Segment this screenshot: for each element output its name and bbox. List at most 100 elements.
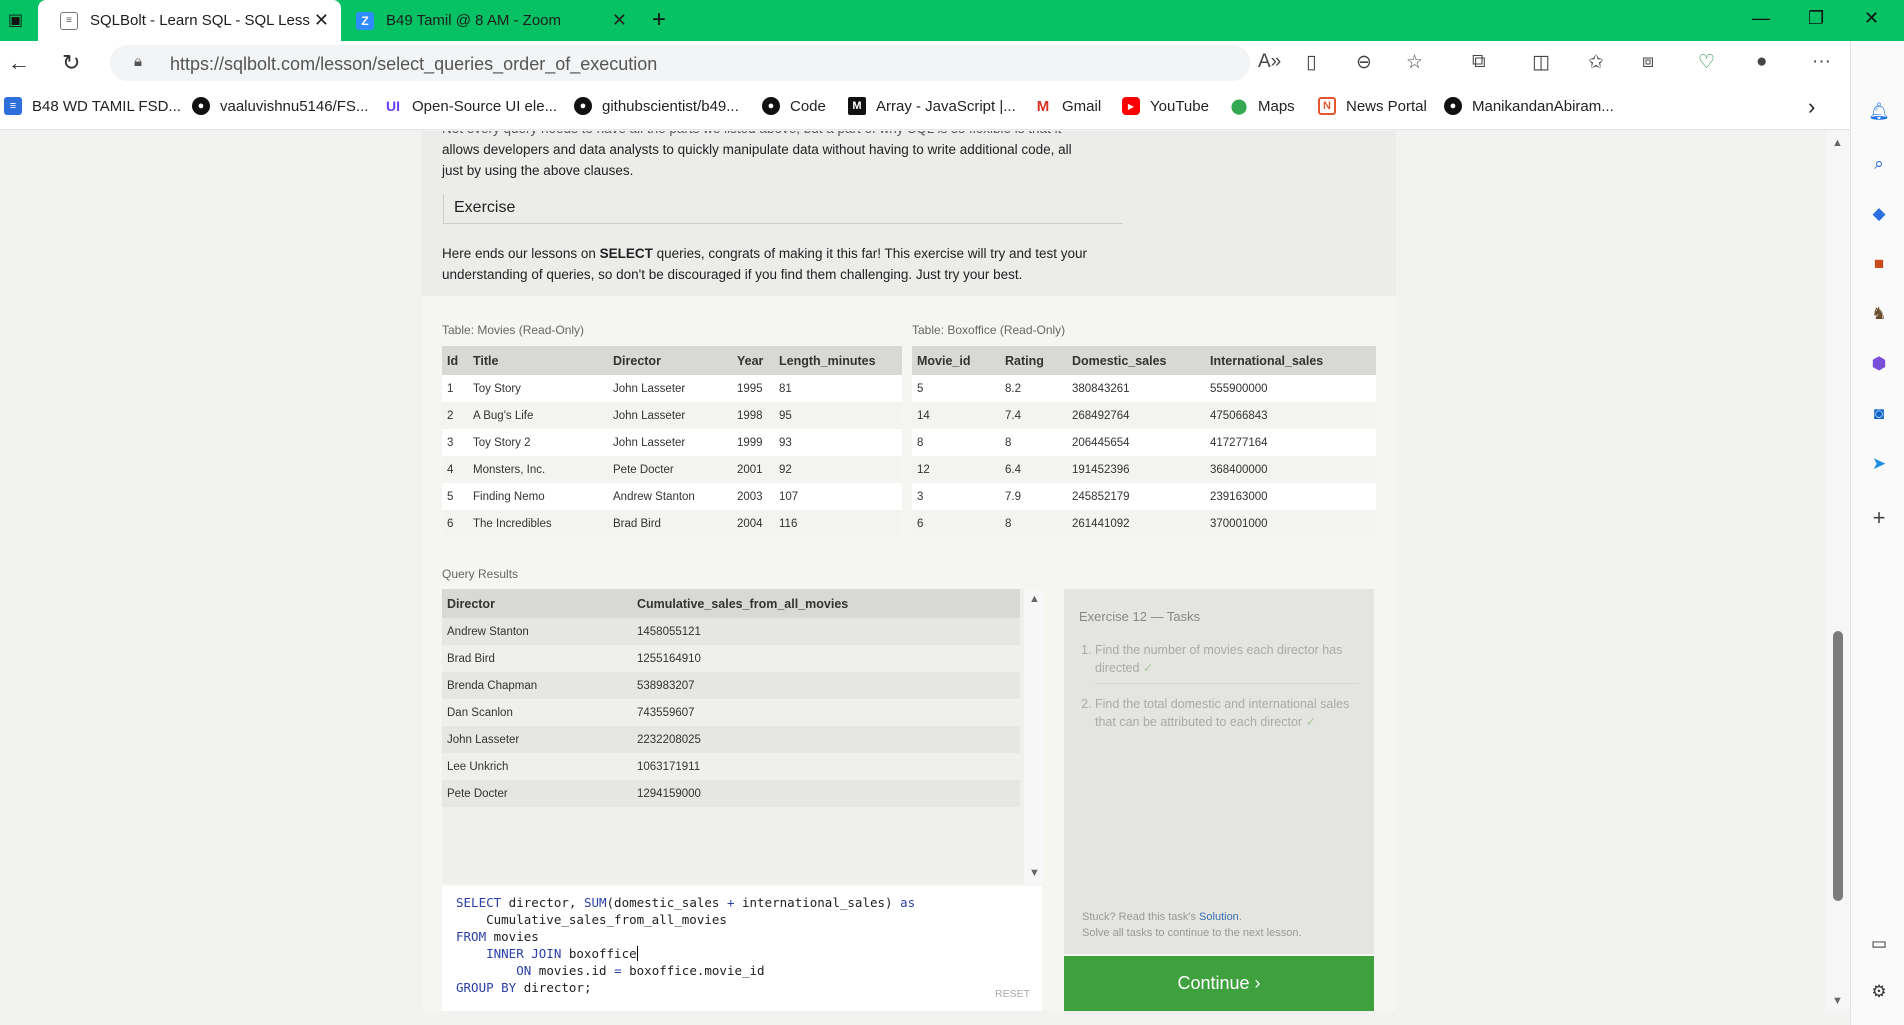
table-cell: Brenda Chapman	[442, 672, 632, 699]
bookmark-item[interactable]: M Gmail	[1034, 97, 1101, 115]
solution-link[interactable]: Solution	[1199, 911, 1239, 923]
table-cell: 1294159000	[632, 780, 1020, 807]
settings-gear-icon[interactable]: ⚙	[1868, 981, 1890, 1003]
close-icon[interactable]: ✕	[612, 10, 627, 31]
bookmark-item[interactable]: ● ManikandanAbiram...	[1444, 97, 1614, 115]
window-close-button[interactable]: ✕	[1864, 8, 1879, 29]
new-tab-button[interactable]: +	[652, 6, 666, 34]
exercise-heading: Exercise	[443, 194, 1123, 224]
query-results-panel[interactable]: Director Cumulative_sales_from_all_movie…	[442, 589, 1042, 884]
tools-icon[interactable]: ■	[1868, 253, 1890, 275]
send-icon[interactable]: ➤	[1868, 453, 1890, 475]
table-cell: 2	[442, 402, 468, 429]
refresh-button[interactable]: ↻	[62, 50, 80, 76]
table-cell: Pete Docter	[608, 456, 732, 483]
table-cell: 743559607	[632, 699, 1020, 726]
favorites-icon[interactable]: ✩	[1588, 51, 1604, 74]
scroll-up-icon[interactable]: ▲	[1029, 593, 1040, 605]
browser-essentials-icon[interactable]: ♡	[1698, 51, 1715, 74]
scroll-thumb[interactable]	[1833, 631, 1843, 901]
table-row: 4 Monsters, Inc. Pete Docter 2001 92	[442, 456, 902, 483]
immersive-reader-icon[interactable]: ▯	[1306, 51, 1316, 74]
close-icon[interactable]: ✕	[314, 10, 329, 31]
table-cell: 14	[912, 402, 1000, 429]
bookmark-label: B48 WD TAMIL FSD...	[32, 97, 181, 115]
read-aloud-icon[interactable]: A»	[1258, 51, 1281, 73]
minimize-button[interactable]: —	[1752, 8, 1770, 29]
table-cell: 6.4	[1000, 456, 1067, 483]
reset-button[interactable]: RESET	[995, 986, 1030, 1003]
tab-sqlbolt[interactable]: ≡ SQLBolt - Learn SQL - SQL Lesso ✕	[38, 0, 341, 41]
ui-icon: UI	[386, 98, 400, 114]
profile-icon[interactable]: ●	[1756, 51, 1767, 73]
bookmark-label: Code	[790, 97, 826, 115]
zoom-out-icon[interactable]: ⊖	[1356, 51, 1372, 74]
table-cell: Andrew Stanton	[442, 618, 632, 645]
table-cell: 261441092	[1067, 510, 1205, 537]
column-header: Movie_id	[912, 346, 1000, 375]
bookmark-label: ManikandanAbiram...	[1472, 97, 1614, 115]
split-screen-icon[interactable]: ◫	[1532, 51, 1550, 74]
gmail-icon: M	[1036, 97, 1050, 115]
extensions-icon[interactable]: ⧉	[1472, 51, 1486, 73]
sql-editor[interactable]: SELECT director, SUM(domestic_sales + in…	[442, 886, 1042, 1011]
column-header: Domestic_sales	[1067, 346, 1205, 375]
results-scrollbar[interactable]: ▲ ▼	[1024, 589, 1044, 884]
bookmark-label: vaaluvishnu5146/FS...	[220, 97, 369, 115]
sidebar-toggle-icon[interactable]: ▭	[1868, 933, 1890, 955]
table-row: 6 8 261441092 370001000	[912, 510, 1376, 537]
table-cell: 1	[442, 375, 468, 402]
bookmark-item[interactable]: ● Code	[762, 97, 826, 115]
column-header: Year	[732, 346, 774, 375]
favorite-star-icon[interactable]: ☆	[1406, 51, 1423, 74]
lesson-text-section: Not every query needs to have all the pa…	[422, 131, 1396, 296]
chevron-right-icon[interactable]: ›	[1808, 94, 1815, 120]
notification-bell-icon[interactable]: 🔔︎	[1868, 101, 1890, 123]
table-row: Lee Unkrich 1063171911	[442, 753, 1020, 780]
table-cell: 2001	[732, 456, 774, 483]
table-cell: Dan Scanlon	[442, 699, 632, 726]
query-results-table: Director Cumulative_sales_from_all_movie…	[442, 589, 1020, 807]
url-text[interactable]: https://sqlbolt.com/lesson/select_querie…	[170, 54, 657, 75]
table-cell: 1998	[732, 402, 774, 429]
scroll-down-icon[interactable]: ▼	[1832, 995, 1843, 1007]
maps-pin-icon: ⬤	[1230, 98, 1248, 115]
page-scrollbar[interactable]: ▲ ▼	[1826, 131, 1850, 1011]
bookmark-item[interactable]: ● githubscientist/b49...	[574, 97, 739, 115]
task-item: Find the number of movies each director …	[1095, 638, 1359, 684]
maximize-button[interactable]: ❐	[1808, 8, 1824, 29]
bookmark-item[interactable]: ▶ YouTube	[1122, 97, 1209, 115]
bookmark-item[interactable]: M Array - JavaScript |...	[848, 97, 1016, 115]
table-cell: 6	[912, 510, 1000, 537]
bookmarks-bar: ≡ B48 WD TAMIL FSD... ● vaaluvishnu5146/FS…	[0, 86, 1904, 130]
bookmark-item[interactable]: UI Open-Source UI ele...	[384, 97, 557, 115]
doc-icon: ≡	[4, 97, 22, 115]
table-row: John Lasseter 2232208025	[442, 726, 1020, 753]
table-cell: 8.2	[1000, 375, 1067, 402]
microsoft-365-icon[interactable]: ⬢	[1868, 353, 1890, 375]
search-icon[interactable]: ⌕	[1868, 153, 1890, 175]
bookmark-item[interactable]: ≡ B48 WD TAMIL FSD...	[4, 97, 181, 115]
column-header: Director	[442, 589, 632, 618]
scroll-up-icon[interactable]: ▲	[1832, 137, 1843, 149]
tab-actions-icon[interactable]: ▣	[8, 10, 23, 30]
column-header: Length_minutes	[774, 346, 902, 375]
scroll-down-icon[interactable]: ▼	[1029, 867, 1040, 879]
bookmark-label: Gmail	[1062, 97, 1102, 115]
games-icon[interactable]: ♞	[1868, 303, 1890, 325]
collections-icon[interactable]: ⧈	[1642, 51, 1654, 73]
bookmark-item[interactable]: ⬤ Maps	[1230, 97, 1295, 116]
address-bar[interactable]: 🔒︎ https://sqlbolt.com/lesson/select_que…	[110, 45, 1250, 81]
bookmark-item[interactable]: ● vaaluvishnu5146/FS...	[192, 97, 368, 115]
boxoffice-table-label: Table: Boxoffice (Read-Only)	[912, 323, 1066, 337]
column-header: Title	[468, 346, 608, 375]
add-icon[interactable]: +	[1868, 505, 1890, 530]
outlook-icon[interactable]: ◙	[1868, 403, 1890, 425]
table-cell: John Lasseter	[608, 429, 732, 456]
bookmark-item[interactable]: N News Portal	[1318, 97, 1427, 115]
tab-zoom[interactable]: Z B49 Tamil @ 8 AM - Zoom ✕	[344, 0, 639, 41]
continue-button[interactable]: Continue ›	[1064, 956, 1374, 1011]
back-button[interactable]: ←	[8, 50, 30, 76]
shopping-tag-icon[interactable]: ◆	[1868, 203, 1890, 225]
more-options-icon[interactable]: ···	[1812, 51, 1831, 73]
